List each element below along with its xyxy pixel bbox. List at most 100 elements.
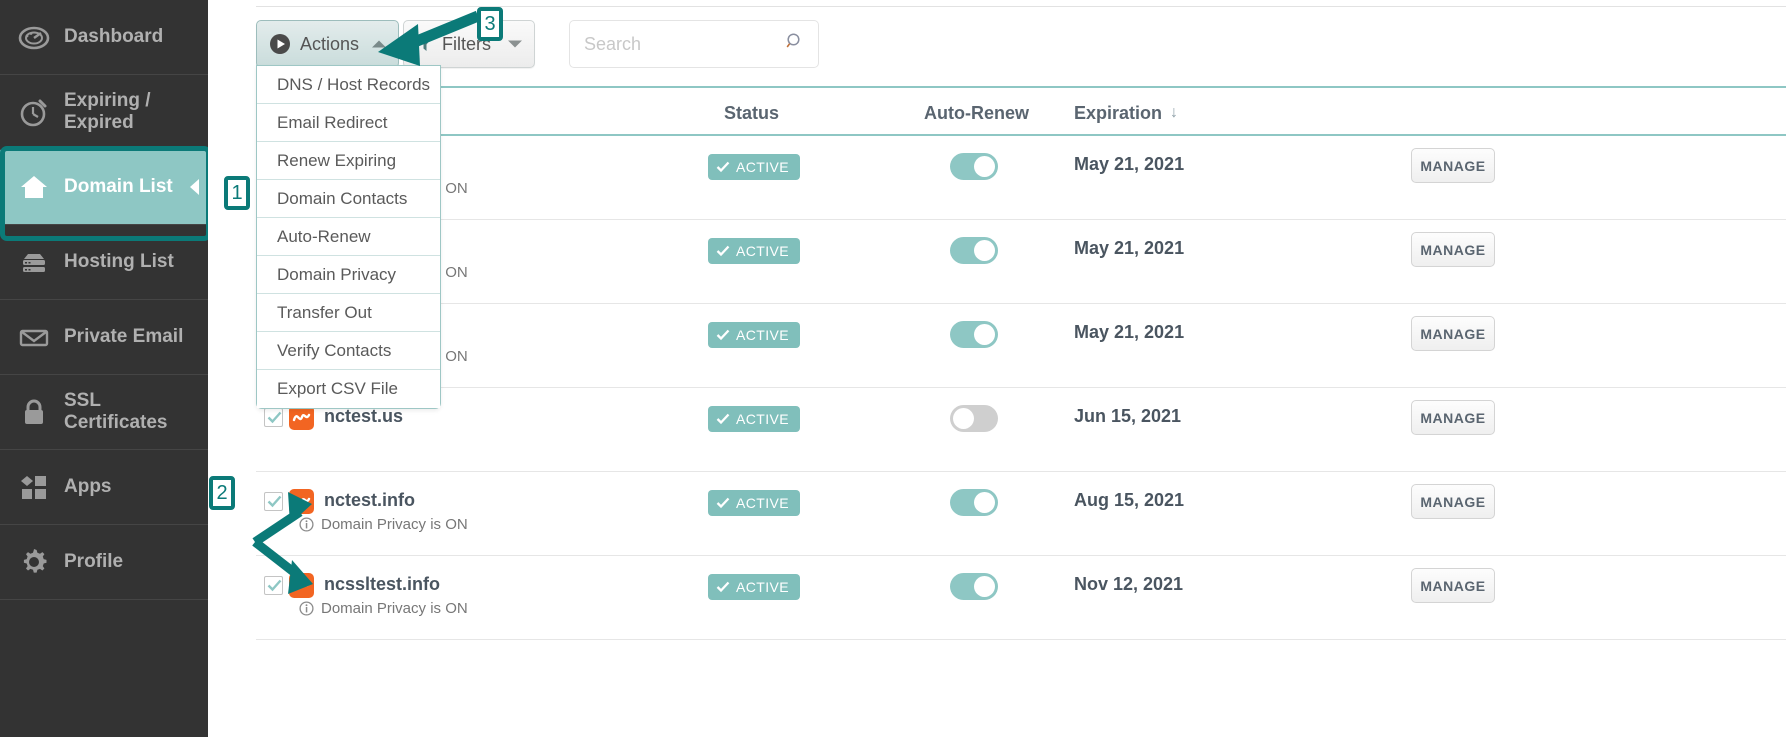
domain-privacy-note: Domain Privacy is ON: [299, 600, 468, 617]
check-icon: [716, 244, 730, 258]
auto-renew-toggle[interactable]: [950, 489, 998, 516]
column-header-status[interactable]: Status: [724, 88, 779, 138]
stopwatch-icon: [17, 95, 51, 129]
sidebar-item-apps[interactable]: Apps: [0, 450, 208, 525]
search-box[interactable]: [569, 20, 819, 68]
status-badge-label: ACTIVE: [736, 243, 789, 259]
column-header-expiration-label: Expiration: [1074, 103, 1162, 124]
sidebar-item-domain-list[interactable]: Domain List: [0, 150, 208, 225]
annotation-marker-1: 1: [224, 176, 250, 210]
table-row: ncssltest.info Domain Privacy is ON ACTI…: [256, 556, 1786, 640]
manage-button[interactable]: MANAGE: [1411, 232, 1495, 267]
sidebar-item-label: Domain List: [64, 176, 173, 198]
toggle-knob: [974, 576, 995, 597]
domain-table: Status Auto-Renew Expiration ↓: [256, 86, 1786, 640]
status-badge: ACTIVE: [708, 154, 800, 180]
domain-privacy-note: Domain Privacy is ON: [299, 516, 468, 533]
menu-item-email-redirect[interactable]: Email Redirect: [257, 104, 440, 142]
sidebar-item-label: SSL Certificates: [64, 390, 208, 434]
gear-icon: [17, 545, 51, 579]
menu-item-transfer-out[interactable]: Transfer Out: [257, 294, 440, 332]
filters-button[interactable]: Filters: [403, 20, 535, 68]
actions-button[interactable]: Actions: [256, 20, 399, 68]
expiration-date: Aug 15, 2021: [1074, 490, 1184, 511]
toggle-knob: [974, 156, 995, 177]
sidebar-item-private-email[interactable]: Private Email: [0, 300, 208, 375]
sidebar-item-label: Profile: [64, 551, 123, 573]
toggle-knob: [953, 408, 974, 429]
domain-favicon-icon: [289, 573, 314, 598]
menu-item-dns-host-records[interactable]: DNS / Host Records: [257, 66, 440, 104]
status-badge: ACTIVE: [708, 406, 800, 432]
auto-renew-toggle[interactable]: [950, 321, 998, 348]
table-row: nctest.info Domain Privacy is ON ACTIVE …: [256, 472, 1786, 556]
toggle-knob: [974, 324, 995, 345]
funnel-icon: [416, 35, 434, 53]
domain-name[interactable]: nctest.us: [324, 406, 403, 427]
play-circle-icon: [269, 33, 291, 55]
expiration-date: Nov 12, 2021: [1074, 574, 1183, 595]
sidebar-item-label: Apps: [64, 476, 112, 498]
menu-item-domain-privacy[interactable]: Domain Privacy: [257, 256, 440, 294]
domain-privacy-note-label: Domain Privacy is ON: [321, 516, 468, 533]
row-checkbox[interactable]: [264, 408, 283, 427]
row-checkbox[interactable]: [264, 576, 283, 595]
table-row: Domain Privacy is ON ACTIVE May 21, 2021…: [256, 220, 1786, 304]
search-icon[interactable]: [786, 33, 804, 56]
info-icon: [299, 517, 314, 532]
menu-item-export-csv-file[interactable]: Export CSV File: [257, 370, 440, 408]
menu-item-domain-contacts[interactable]: Domain Contacts: [257, 180, 440, 218]
auto-renew-toggle[interactable]: [950, 153, 998, 180]
toggle-knob: [974, 240, 995, 261]
manage-button[interactable]: MANAGE: [1411, 148, 1495, 183]
auto-renew-toggle[interactable]: [950, 573, 998, 600]
manage-button[interactable]: MANAGE: [1411, 400, 1495, 435]
caret-down-icon: [508, 41, 522, 48]
sort-descending-icon: ↓: [1170, 104, 1178, 122]
manage-button[interactable]: MANAGE: [1411, 316, 1495, 351]
status-badge-label: ACTIVE: [736, 579, 789, 595]
status-badge-label: ACTIVE: [736, 411, 789, 427]
sidebar-item-dashboard[interactable]: Dashboard: [0, 0, 208, 75]
check-icon: [716, 580, 730, 594]
status-badge-label: ACTIVE: [736, 495, 789, 511]
domain-name[interactable]: nctest.info: [324, 490, 415, 511]
table-row: nctest.us ACTIVE Jun 15, 2021 MANAGE: [256, 388, 1786, 472]
lock-icon: [17, 395, 51, 429]
sidebar-item-ssl-certificates[interactable]: SSL Certificates: [0, 375, 208, 450]
sidebar-item-profile[interactable]: Profile: [0, 525, 208, 600]
info-icon: [299, 601, 314, 616]
toggle-knob: [974, 492, 995, 513]
menu-item-auto-renew[interactable]: Auto-Renew: [257, 218, 440, 256]
status-badge: ACTIVE: [708, 574, 800, 600]
check-icon: [716, 412, 730, 426]
home-icon: [17, 170, 51, 204]
auto-renew-toggle[interactable]: [950, 237, 998, 264]
sidebar-item-expiring-expired[interactable]: Expiring / Expired: [0, 75, 208, 150]
domain-name[interactable]: ncssltest.info: [324, 574, 440, 595]
row-checkbox[interactable]: [264, 492, 283, 511]
search-input[interactable]: [570, 21, 780, 67]
status-badge: ACTIVE: [708, 238, 800, 264]
status-badge-label: ACTIVE: [736, 159, 789, 175]
sidebar-item-hosting-list[interactable]: Hosting List: [0, 225, 208, 300]
server-icon: [17, 245, 51, 279]
column-header-auto-renew[interactable]: Auto-Renew: [924, 88, 1029, 138]
envelope-icon: [17, 320, 51, 354]
domain-favicon-icon: [289, 489, 314, 514]
manage-button[interactable]: MANAGE: [1411, 568, 1495, 603]
apps-icon: [17, 470, 51, 504]
sidebar: Dashboard Expiring / Expired Domain List…: [0, 0, 208, 737]
expiration-date: Jun 15, 2021: [1074, 406, 1181, 427]
menu-item-renew-expiring[interactable]: Renew Expiring: [257, 142, 440, 180]
table-row: Domain Privacy is ON ACTIVE May 21, 2021…: [256, 136, 1786, 220]
annotation-marker-3: 3: [477, 7, 503, 41]
status-badge: ACTIVE: [708, 490, 800, 516]
auto-renew-toggle[interactable]: [950, 405, 998, 432]
sidebar-item-label: Hosting List: [64, 251, 174, 273]
actions-dropdown-menu: DNS / Host Records Email Redirect Renew …: [256, 65, 441, 409]
column-header-expiration[interactable]: Expiration ↓: [1074, 88, 1178, 138]
status-badge-label: ACTIVE: [736, 327, 789, 343]
menu-item-verify-contacts[interactable]: Verify Contacts: [257, 332, 440, 370]
manage-button[interactable]: MANAGE: [1411, 484, 1495, 519]
